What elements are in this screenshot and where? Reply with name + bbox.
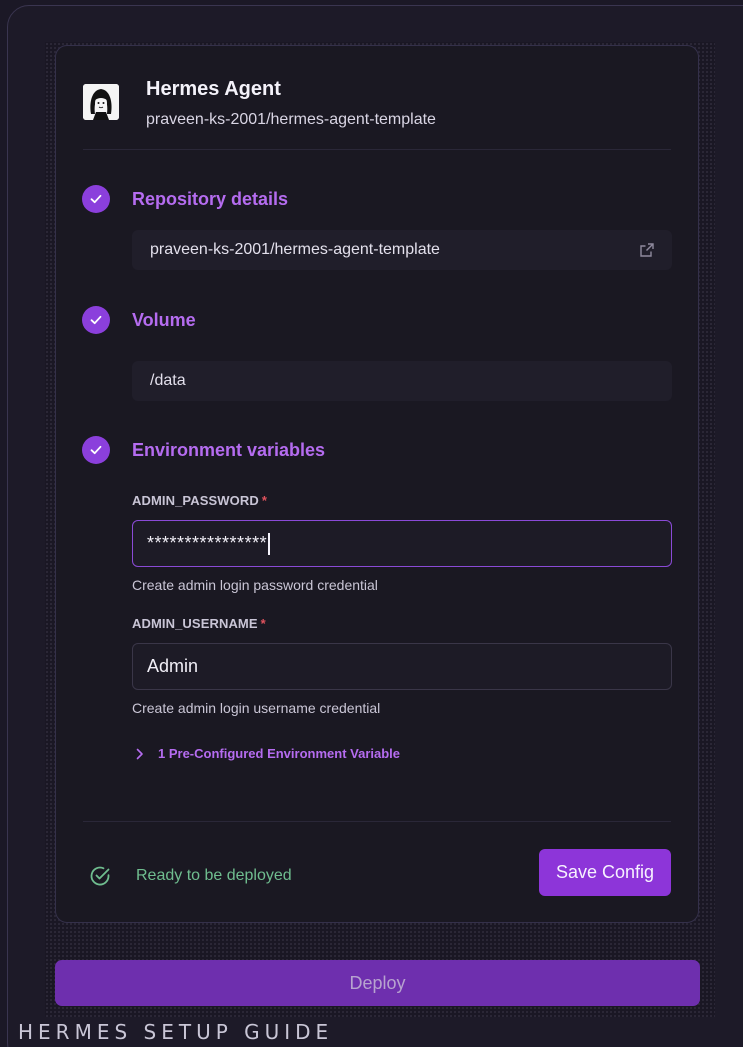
env-var-label-admin-username: ADMIN_USERNAME * [132,616,266,631]
divider [83,149,671,150]
step-complete-icon [82,185,110,213]
step-title-environment: Environment variables [132,440,326,460]
step-complete-icon [82,306,110,334]
admin-username-input[interactable]: Admin [132,643,672,690]
admin-username-value: Admin [147,656,199,676]
card-header: Hermes Agent praveen-ks-2001/hermes-agen… [83,78,671,148]
chevron-right-icon [136,748,143,759]
required-marker: * [260,616,266,631]
repository-field: praveen-ks-2001/hermes-agent-template [132,230,672,270]
volume-value: /data [150,372,186,389]
avatar-icon [83,84,119,120]
app-repo-path: praveen-ks-2001/hermes-agent-template [146,111,436,128]
deploy-status: Ready to be deployed [88,864,292,888]
env-var-label-admin-password: ADMIN_PASSWORD * [132,493,267,508]
check-circle-icon [90,866,110,886]
step-title-repository: Repository details [132,189,289,209]
save-config-button[interactable]: Save Config [539,849,671,896]
admin-password-value: **************** [147,533,268,553]
preconfigured-vars-label: 1 Pre-Configured Environment Variable [158,746,400,761]
app-title: Hermes Agent [146,78,281,100]
env-var-name: ADMIN_USERNAME [132,616,258,631]
footer-title: HERMES SETUP GUIDE [18,1020,334,1044]
avatar [83,84,119,120]
volume-field: /data [132,361,672,401]
step-complete-icon [82,436,110,464]
admin-username-help: Create admin login username credential [132,700,381,716]
divider [83,821,671,822]
env-var-name: ADMIN_PASSWORD [132,493,259,508]
preconfigured-vars-toggle[interactable]: 1 Pre-Configured Environment Variable [136,746,400,761]
text-caret [268,532,270,555]
step-title-volume: Volume [132,310,196,330]
status-text: Ready to be deployed [136,867,292,884]
required-marker: * [261,493,268,508]
admin-password-help: Create admin login password credential [132,577,378,593]
admin-password-input[interactable]: **************** [132,520,672,567]
deploy-button[interactable]: Deploy [55,960,700,1006]
config-card: Hermes Agent praveen-ks-2001/hermes-agen… [55,45,699,923]
external-link-icon[interactable] [638,241,656,259]
repository-value: praveen-ks-2001/hermes-agent-template [150,241,440,258]
